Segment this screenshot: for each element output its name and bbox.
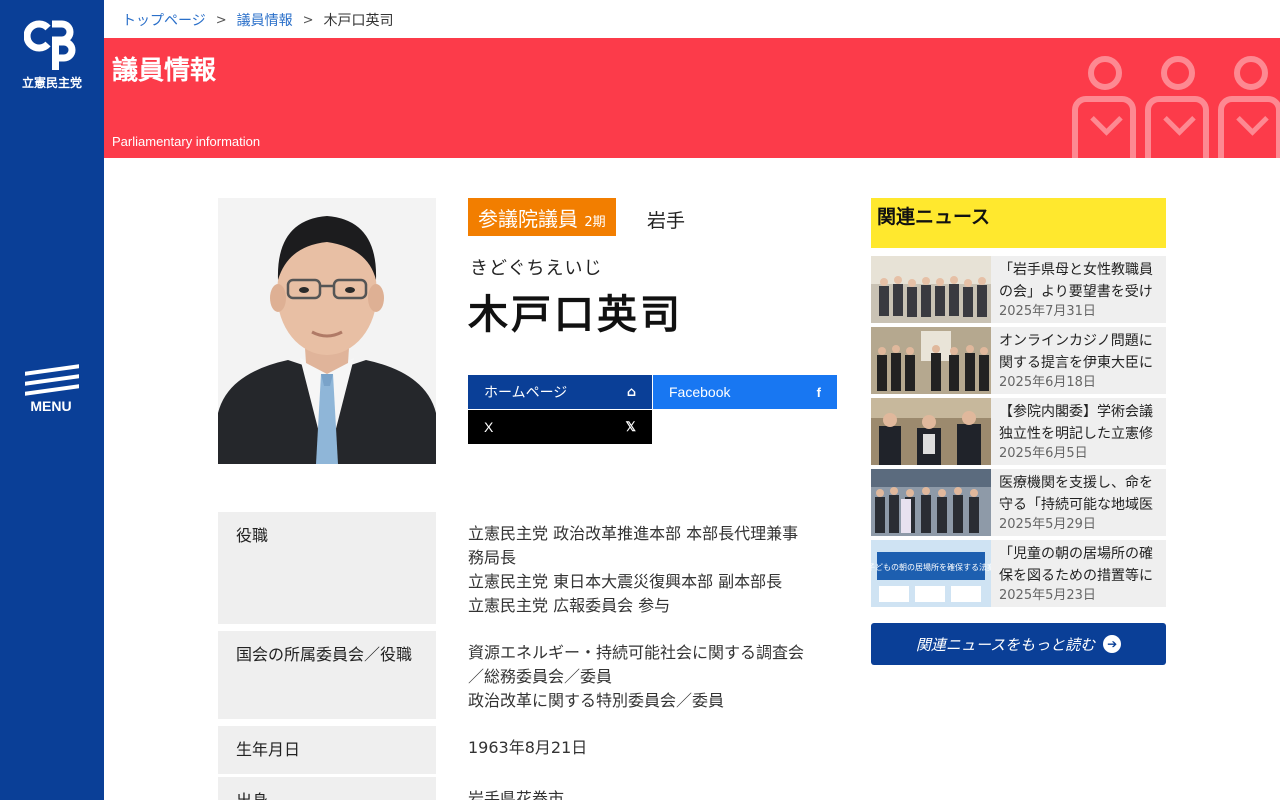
committee-line: 資源エネルギー・持続可能社会に関する調査会／総務委員会／委員 [468, 643, 805, 686]
news-title: オンラインカジノ問題に関する提言を伊東大臣に [999, 333, 1153, 371]
breadcrumb-top[interactable]: トップページ [122, 10, 206, 30]
hometown-value: 岩手県花巻市 [468, 789, 565, 800]
prefecture: 岩手 [647, 210, 686, 232]
news-date: 2025年5月29日 [999, 517, 1096, 532]
news-date: 2025年5月23日 [999, 588, 1096, 603]
news-date: 2025年7月31日 [999, 304, 1096, 319]
committee-value: 資源エネルギー・持続可能社会に関する調査会／総務委員会／委員 政治改革に関する特… [436, 631, 838, 723]
chevron-right-icon: > [302, 12, 314, 28]
news-thumbnail [871, 398, 991, 465]
party-logo[interactable]: 立憲民主党 [18, 20, 86, 91]
title-badge: 参議院議員 2期 [468, 198, 616, 236]
member-portrait [218, 198, 436, 464]
menu-button[interactable]: MENU [20, 362, 82, 414]
role-line: 立憲民主党 東日本大震災復興本部 副本部長 [468, 572, 783, 591]
member-name: 木戸口英司 [468, 292, 683, 338]
x-button[interactable]: X 𝕏 [468, 410, 652, 444]
homepage-label: ホームページ [484, 385, 568, 401]
menu-label: MENU [30, 398, 72, 414]
news-item[interactable]: オンラインカジノ問題に関する提言を伊東大臣に 2025年6月18日 [871, 327, 1166, 394]
page-banner: 議員情報 Parliamentary information [104, 38, 1280, 158]
hometown-label: 出身 [218, 777, 436, 800]
page-title: 議員情報 [112, 56, 217, 86]
news-date: 2025年6月5日 [999, 446, 1088, 461]
news-title: 【参院内閣委】学術会議独立性を明記した立憲修正 [999, 404, 1153, 442]
arrow-right-icon: ➔ [1103, 635, 1122, 653]
news-title: 医療機関を支援し、命を守る「持続可能な地域医 [999, 475, 1153, 513]
member-name-kana: きどぐちえいじ [470, 258, 603, 279]
more-news-label: 関連ニュースをもっと読む [915, 635, 1096, 654]
member-info-table: 役職 立憲民主党 政治改革推進本部 本部長代理兼事務局長 立憲民主党 東日本大震… [218, 512, 838, 800]
table-row: 国会の所属委員会／役職 資源エネルギー・持続可能社会に関する調査会／総務委員会／… [218, 631, 838, 723]
table-row: 役職 立憲民主党 政治改革推進本部 本部長代理兼事務局長 立憲民主党 東日本大震… [218, 512, 838, 628]
related-news-list: 「岩手県母と女性教職員の会」より要望書を受け 2025年7月31日 オンラインカ… [871, 256, 1166, 611]
home-icon: ⌂ [626, 384, 636, 400]
thumb-banner-text: 子どもの朝の居場所を確保する法案 [871, 562, 991, 572]
table-row: 生年月日 1963年8月21日 [218, 726, 838, 774]
person-icon [1072, 56, 1136, 158]
news-thumbnail [871, 469, 991, 536]
role-line: 立憲民主党 政治改革推進本部 本部長代理兼事務局長 [468, 524, 799, 567]
news-thumbnail: 子どもの朝の居場所を確保する法案 [871, 540, 991, 607]
committee-line: 政治改革に関する特別委員会／委員 [468, 691, 725, 710]
cdp-logo-icon [23, 20, 80, 72]
chevron-right-icon: > [215, 12, 227, 28]
news-thumbnail [871, 256, 991, 323]
facebook-button[interactable]: Facebook f [653, 375, 837, 409]
facebook-icon: f [816, 384, 821, 400]
sidebar: 立憲民主党 MENU [0, 0, 104, 800]
birthday-label: 生年月日 [218, 726, 436, 774]
news-item[interactable]: 【参院内閣委】学術会議独立性を明記した立憲修正 2025年6月5日 [871, 398, 1166, 465]
table-row: 出身 岩手県花巻市 [218, 777, 838, 800]
title-badge-label: 参議院議員 [478, 207, 578, 231]
more-news-button[interactable]: 関連ニュースをもっと読む ➔ [871, 623, 1166, 665]
homepage-button[interactable]: ホームページ ⌂ [468, 375, 652, 409]
menu-icon [23, 362, 79, 396]
committee-label: 国会の所属委員会／役職 [218, 631, 436, 719]
news-thumbnail [871, 327, 991, 394]
page-subtitle: Parliamentary information [112, 134, 261, 149]
term-count: 2期 [584, 215, 606, 230]
news-date: 2025年6月18日 [999, 375, 1096, 390]
news-title: 「岩手県母と女性教職員の会」より要望書を受け [999, 262, 1153, 300]
news-title: 「児童の朝の居場所の確保を図るための措置等に [999, 546, 1153, 584]
breadcrumb-current: 木戸口英司 [323, 13, 394, 29]
facebook-label: Facebook [669, 384, 731, 400]
x-logo-icon: 𝕏 [625, 419, 636, 434]
news-item[interactable]: 「岩手県母と女性教職員の会」より要望書を受け 2025年7月31日 [871, 256, 1166, 323]
x-label: X [484, 419, 494, 435]
role-label: 役職 [218, 512, 436, 624]
related-news-heading: 関連ニュース [871, 198, 1166, 248]
breadcrumb: トップページ > 議員情報 > 木戸口英司 [122, 10, 394, 30]
role-line: 立憲民主党 広報委員会 参与 [468, 596, 671, 615]
birthday-value: 1963年8月21日 [468, 738, 588, 757]
breadcrumb-members[interactable]: 議員情報 [237, 10, 293, 30]
news-item[interactable]: 医療機関を支援し、命を守る「持続可能な地域医 2025年5月29日 [871, 469, 1166, 536]
news-item[interactable]: 子どもの朝の居場所を確保する法案 「児童の朝の居場所の確保を図るための措置等に … [871, 540, 1166, 607]
logo-text: 立憲民主党 [21, 76, 82, 90]
person-icon [1145, 56, 1209, 158]
role-value: 立憲民主党 政治改革推進本部 本部長代理兼事務局長 立憲民主党 東日本大震災復興… [436, 512, 838, 628]
person-icon [1218, 56, 1280, 158]
